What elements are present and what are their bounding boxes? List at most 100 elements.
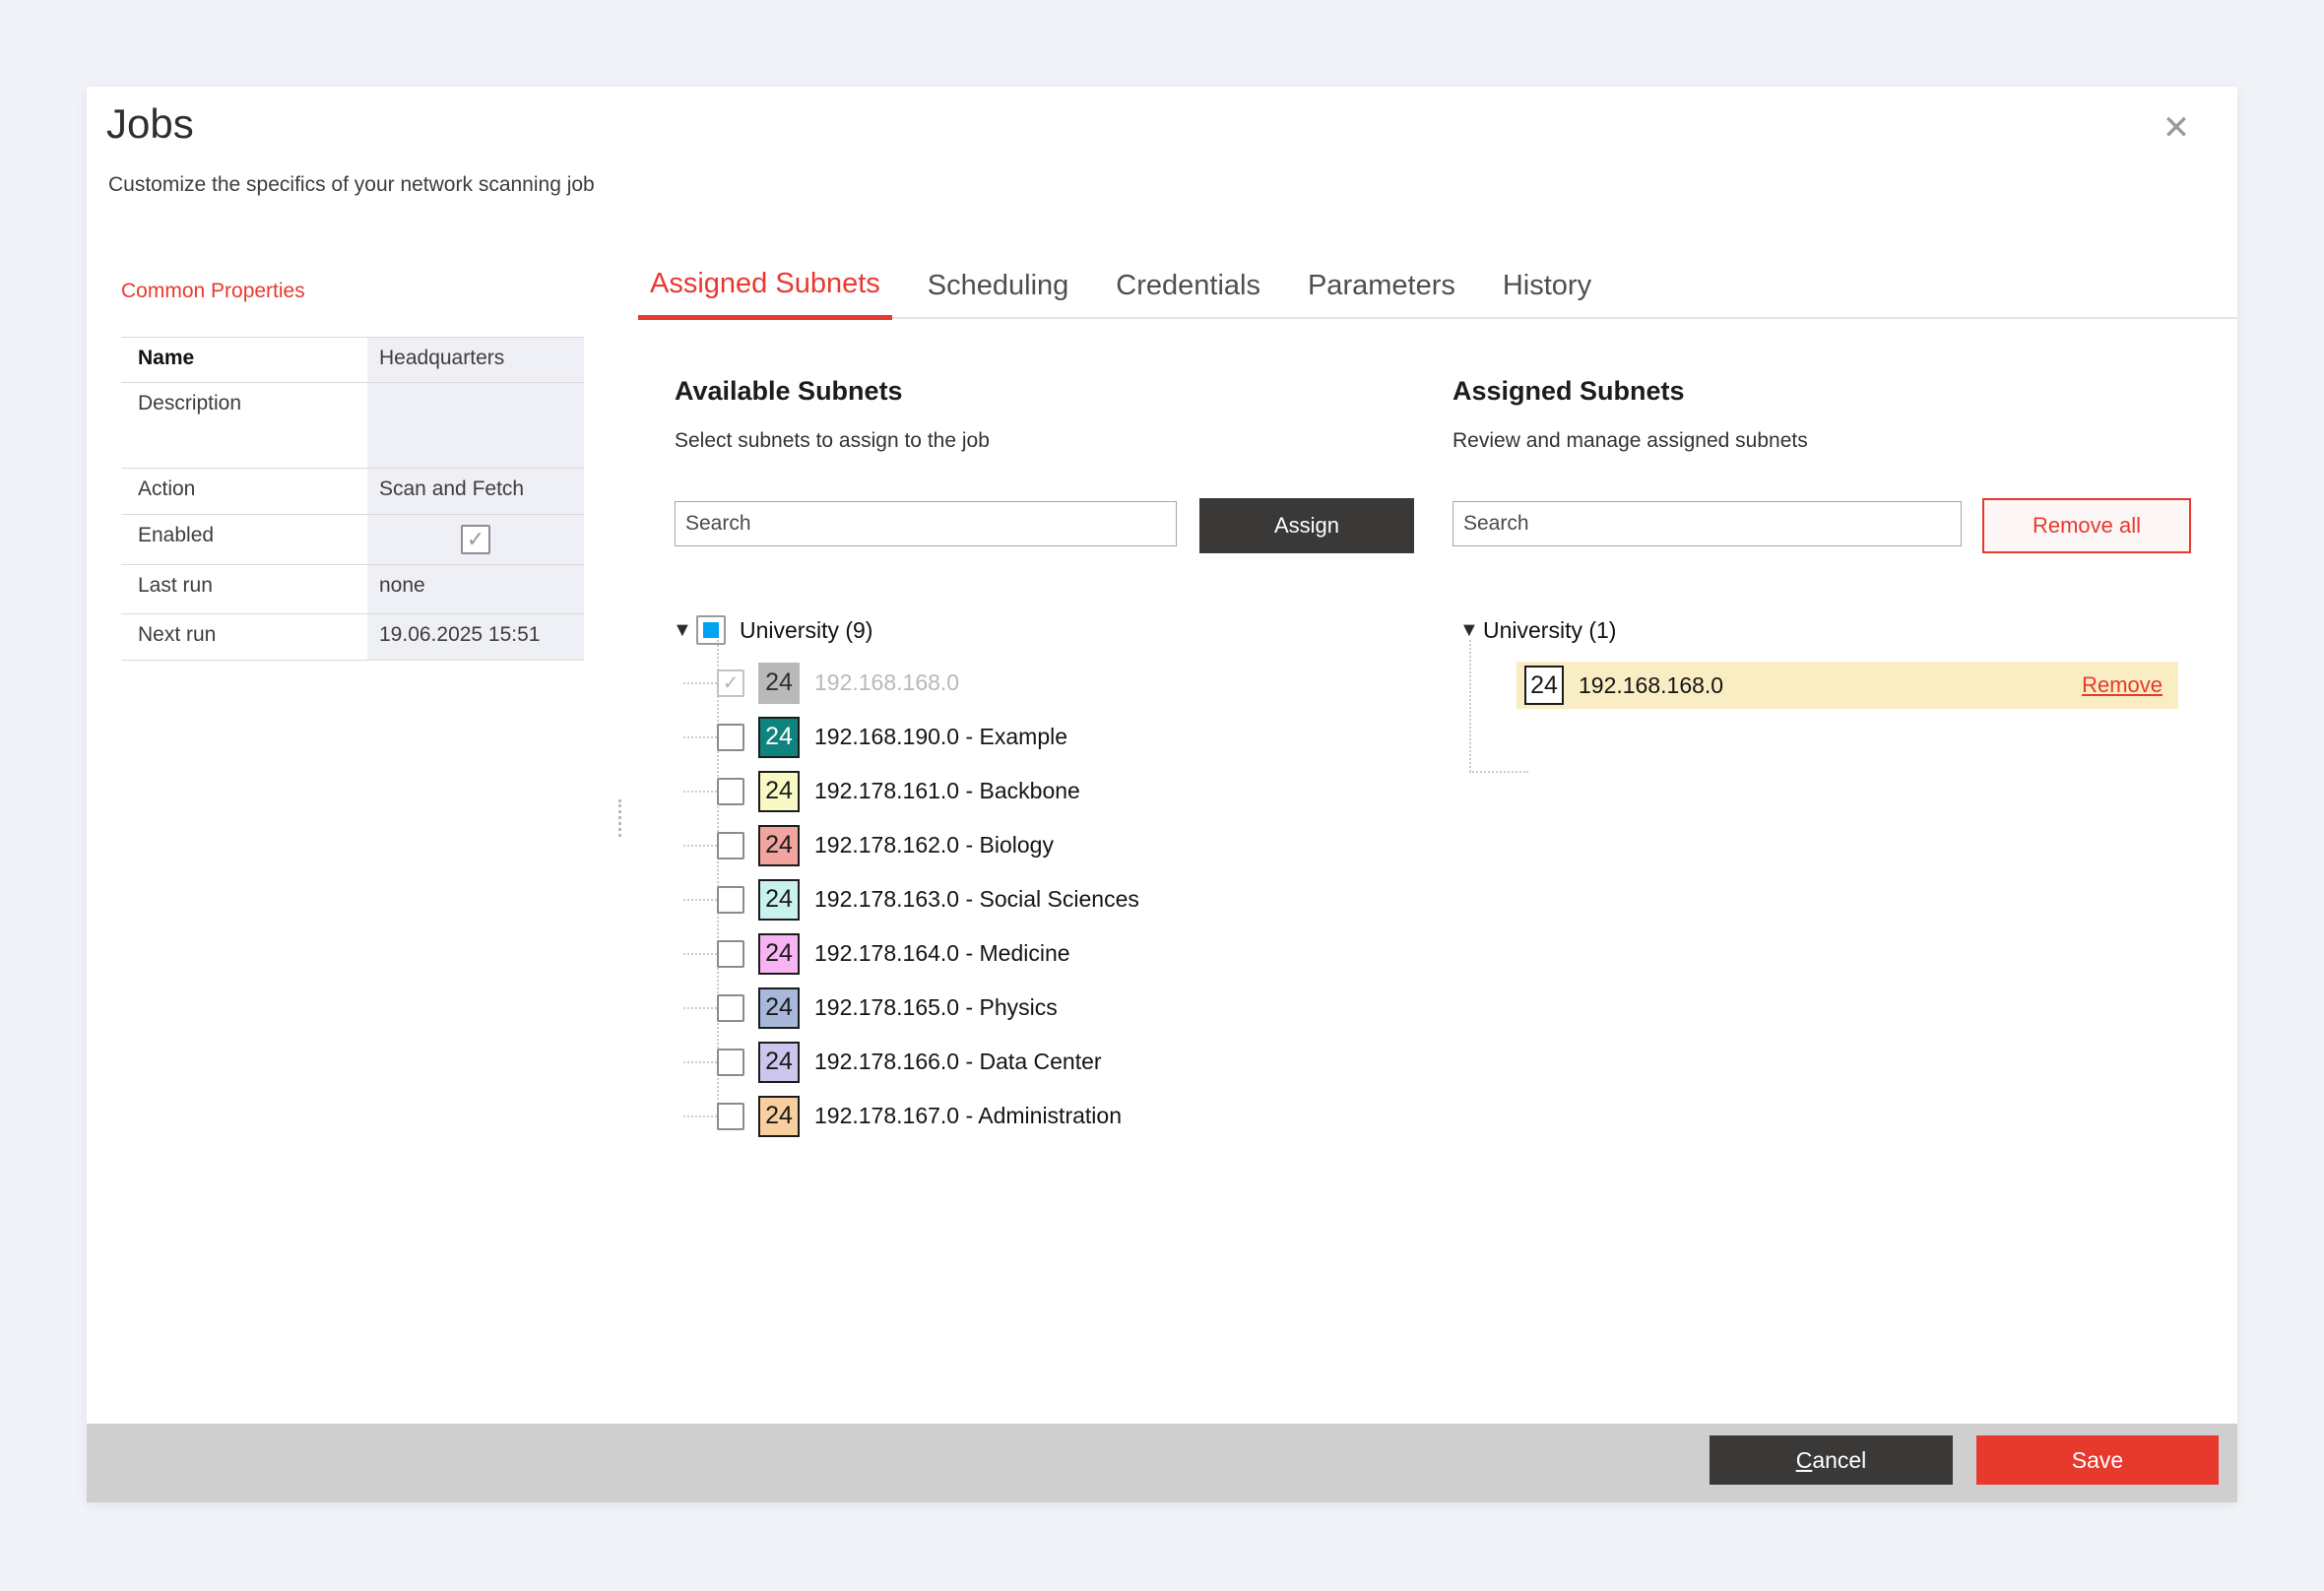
page-title: Jobs bbox=[106, 100, 194, 148]
subnet-checkbox[interactable] bbox=[717, 724, 744, 751]
available-subnet-row[interactable]: ✓ 24 192.168.168.0 bbox=[683, 656, 1139, 710]
property-row: Next run 19.06.2025 15:51 bbox=[121, 614, 584, 661]
panel-splitter-grip[interactable] bbox=[618, 799, 621, 837]
tree-connector-stub bbox=[683, 736, 717, 738]
common-properties-table: Name Headquarters Description Action Sca… bbox=[121, 337, 584, 661]
tab-label: Assigned Subnets bbox=[650, 268, 880, 299]
property-value[interactable]: ✓ bbox=[367, 515, 584, 564]
assigned-subnet-row[interactable]: 24 192.168.168.0 Remove bbox=[1517, 662, 2178, 709]
assigned-subnets-subheading: Review and manage assigned subnets bbox=[1452, 429, 1808, 453]
property-value[interactable]: 19.06.2025 15:51 bbox=[367, 614, 584, 660]
subnet-mask-badge: 24 bbox=[758, 987, 800, 1029]
indeterminate-mark bbox=[703, 622, 719, 638]
subnet-mask-badge: 24 bbox=[758, 933, 800, 975]
tree-connector-line bbox=[1469, 640, 1471, 772]
subnet-label[interactable]: 192.178.165.0 - Physics bbox=[814, 994, 1058, 1021]
tab-label: Parameters bbox=[1308, 270, 1455, 301]
tab-parameters[interactable]: Parameters bbox=[1296, 264, 1467, 317]
subnet-label[interactable]: 192.178.161.0 - Backbone bbox=[814, 778, 1080, 804]
available-subnet-row[interactable]: 24 192.168.190.0 - Example bbox=[683, 710, 1139, 764]
available-subnet-row[interactable]: 24 192.178.161.0 - Backbone bbox=[683, 764, 1139, 818]
tab-credentials[interactable]: Credentials bbox=[1104, 264, 1272, 317]
subnet-label[interactable]: 192.178.166.0 - Data Center bbox=[814, 1049, 1102, 1075]
assigned-group-row: ▼ University (1) bbox=[1459, 608, 1616, 652]
cancel-button[interactable]: Cancel bbox=[1710, 1435, 1953, 1485]
assigned-group-label[interactable]: University (1) bbox=[1483, 617, 1616, 644]
subnet-mask-badge: 24 bbox=[758, 1096, 800, 1137]
subnet-checkbox[interactable] bbox=[717, 1103, 744, 1130]
tree-connector-stub bbox=[683, 899, 717, 901]
subnet-label[interactable]: 192.168.168.0 bbox=[814, 669, 959, 696]
available-subnet-row[interactable]: 24 192.178.163.0 - Social Sciences bbox=[683, 872, 1139, 926]
property-value[interactable] bbox=[367, 383, 584, 468]
remove-all-button[interactable]: Remove all bbox=[1982, 498, 2191, 553]
subnet-mask-badge: 24 bbox=[758, 717, 800, 758]
assigned-search-input[interactable] bbox=[1452, 501, 1962, 546]
subnet-checkbox[interactable] bbox=[717, 886, 744, 914]
available-subnets-heading: Available Subnets bbox=[675, 376, 903, 407]
common-properties-heading: Common Properties bbox=[121, 280, 305, 303]
tab-scheduling[interactable]: Scheduling bbox=[916, 264, 1081, 317]
page-background: Jobs Customize the specifics of your net… bbox=[0, 0, 2324, 1591]
available-subnet-row[interactable]: 24 192.178.164.0 - Medicine bbox=[683, 926, 1139, 981]
footer-bar: Cancel Save bbox=[87, 1424, 2237, 1502]
available-subnet-row[interactable]: 24 192.178.167.0 - Administration bbox=[683, 1089, 1139, 1143]
tab-label: Scheduling bbox=[928, 270, 1069, 301]
subnet-label[interactable]: 192.178.163.0 - Social Sciences bbox=[814, 886, 1139, 913]
subnet-checkbox[interactable] bbox=[717, 940, 744, 968]
subnet-mask-badge: 24 bbox=[758, 879, 800, 921]
assigned-subnets-heading: Assigned Subnets bbox=[1452, 376, 1685, 407]
available-subnet-row[interactable]: 24 192.178.166.0 - Data Center bbox=[683, 1035, 1139, 1089]
subnet-label[interactable]: 192.178.167.0 - Administration bbox=[814, 1103, 1122, 1129]
expander-icon[interactable]: ▼ bbox=[673, 619, 696, 642]
save-button[interactable]: Save bbox=[1976, 1435, 2219, 1485]
assign-button[interactable]: Assign bbox=[1199, 498, 1414, 553]
subnet-checkbox[interactable] bbox=[717, 778, 744, 805]
subnet-mask-badge: 24 bbox=[758, 1042, 800, 1083]
property-label: Name bbox=[121, 338, 367, 382]
subnet-checkbox[interactable] bbox=[717, 994, 744, 1022]
available-subnets-subheading: Select subnets to assign to the job bbox=[675, 429, 990, 453]
remove-link[interactable]: Remove bbox=[2082, 672, 2163, 698]
property-value[interactable]: Scan and Fetch bbox=[367, 469, 584, 514]
tree-connector-stub bbox=[683, 1061, 717, 1063]
subnet-label[interactable]: 192.168.190.0 - Example bbox=[814, 724, 1067, 750]
property-label: Next run bbox=[121, 614, 367, 660]
tab-label: Credentials bbox=[1116, 270, 1260, 301]
tree-connector-stub bbox=[683, 845, 717, 847]
available-subnet-row[interactable]: 24 192.178.162.0 - Biology bbox=[683, 818, 1139, 872]
tab-history[interactable]: History bbox=[1491, 264, 1603, 317]
page-subtitle: Customize the specifics of your network … bbox=[108, 173, 595, 197]
property-value[interactable]: none bbox=[367, 565, 584, 613]
subnet-label: 192.168.168.0 bbox=[1579, 672, 1723, 699]
subnet-checkbox[interactable] bbox=[717, 1049, 744, 1076]
tab-bar: Assigned Subnets Scheduling Credentials Par… bbox=[638, 262, 2237, 319]
property-label: Last run bbox=[121, 565, 367, 613]
available-search-input[interactable] bbox=[675, 501, 1177, 546]
close-icon[interactable]: ✕ bbox=[2153, 104, 2200, 152]
tab-label: History bbox=[1503, 270, 1591, 301]
available-group-checkbox[interactable] bbox=[696, 615, 726, 645]
subnet-mask-badge: 24 bbox=[1524, 666, 1564, 705]
property-row: Name Headquarters bbox=[121, 338, 584, 383]
tab-assigned-subnets[interactable]: Assigned Subnets bbox=[638, 262, 892, 320]
property-row: Last run none bbox=[121, 565, 584, 614]
jobs-dialog: Jobs Customize the specifics of your net… bbox=[87, 87, 2237, 1502]
enabled-checkbox[interactable]: ✓ bbox=[461, 525, 490, 554]
property-value[interactable]: Headquarters bbox=[367, 338, 584, 382]
property-row: Enabled ✓ bbox=[121, 515, 584, 565]
property-row: Description bbox=[121, 383, 584, 469]
tree-connector-stub bbox=[1469, 771, 1528, 773]
subnet-label[interactable]: 192.178.164.0 - Medicine bbox=[814, 940, 1070, 967]
available-group-row: ▼ University (9) bbox=[673, 608, 872, 652]
expander-icon[interactable]: ▼ bbox=[1459, 619, 1483, 642]
subnet-mask-badge: 24 bbox=[758, 825, 800, 866]
subnet-checkbox[interactable]: ✓ bbox=[717, 669, 744, 697]
property-label: Action bbox=[121, 469, 367, 514]
available-group-label[interactable]: University (9) bbox=[740, 617, 872, 644]
subnet-label[interactable]: 192.178.162.0 - Biology bbox=[814, 832, 1054, 859]
available-subnet-list: ✓ 24 192.168.168.0 24 192.168.190.0 - Ex… bbox=[683, 656, 1139, 1143]
subnet-mask-badge: 24 bbox=[758, 663, 800, 704]
available-subnet-row[interactable]: 24 192.178.165.0 - Physics bbox=[683, 981, 1139, 1035]
subnet-checkbox[interactable] bbox=[717, 832, 744, 859]
